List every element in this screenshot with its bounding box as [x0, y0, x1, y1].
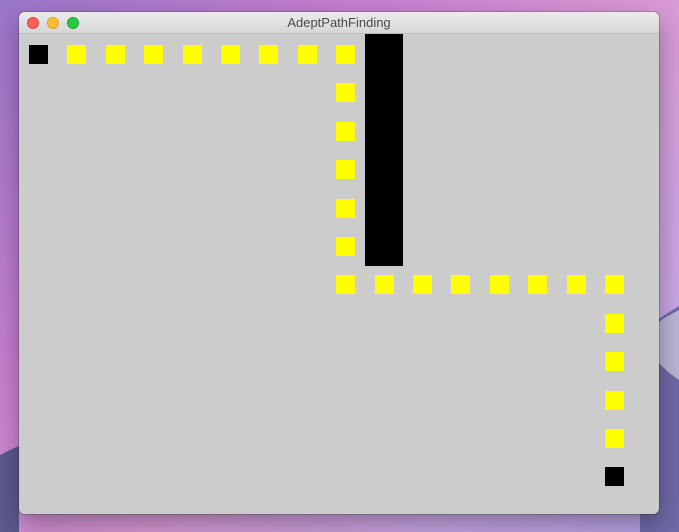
goal-node — [605, 467, 624, 486]
path-cell — [528, 275, 547, 294]
path-cell — [413, 275, 432, 294]
wall-block — [365, 34, 403, 266]
path-cell — [567, 275, 586, 294]
path-cell — [298, 45, 317, 64]
path-cell — [451, 275, 470, 294]
app-window: AdeptPathFinding — [19, 12, 659, 514]
path-cell — [336, 122, 355, 141]
path-cell — [605, 352, 624, 371]
path-cell — [605, 429, 624, 448]
path-cell — [183, 45, 202, 64]
start-node — [29, 45, 48, 64]
path-cell — [336, 237, 355, 256]
title-bar[interactable]: AdeptPathFinding — [19, 12, 659, 34]
path-cell — [221, 45, 240, 64]
path-cell — [605, 391, 624, 410]
path-cell — [336, 45, 355, 64]
path-cell — [336, 275, 355, 294]
path-cell — [605, 314, 624, 333]
path-cell — [605, 275, 624, 294]
path-cell — [336, 199, 355, 218]
pathfinding-grid[interactable] — [19, 34, 659, 514]
wallpaper-mountain-left — [0, 446, 19, 532]
path-cell — [490, 275, 509, 294]
path-cell — [336, 83, 355, 102]
path-cell — [375, 275, 394, 294]
path-cell — [336, 160, 355, 179]
path-cell — [67, 45, 86, 64]
window-title: AdeptPathFinding — [287, 15, 391, 30]
path-cell — [144, 45, 163, 64]
path-cell — [106, 45, 125, 64]
path-cell — [259, 45, 278, 64]
